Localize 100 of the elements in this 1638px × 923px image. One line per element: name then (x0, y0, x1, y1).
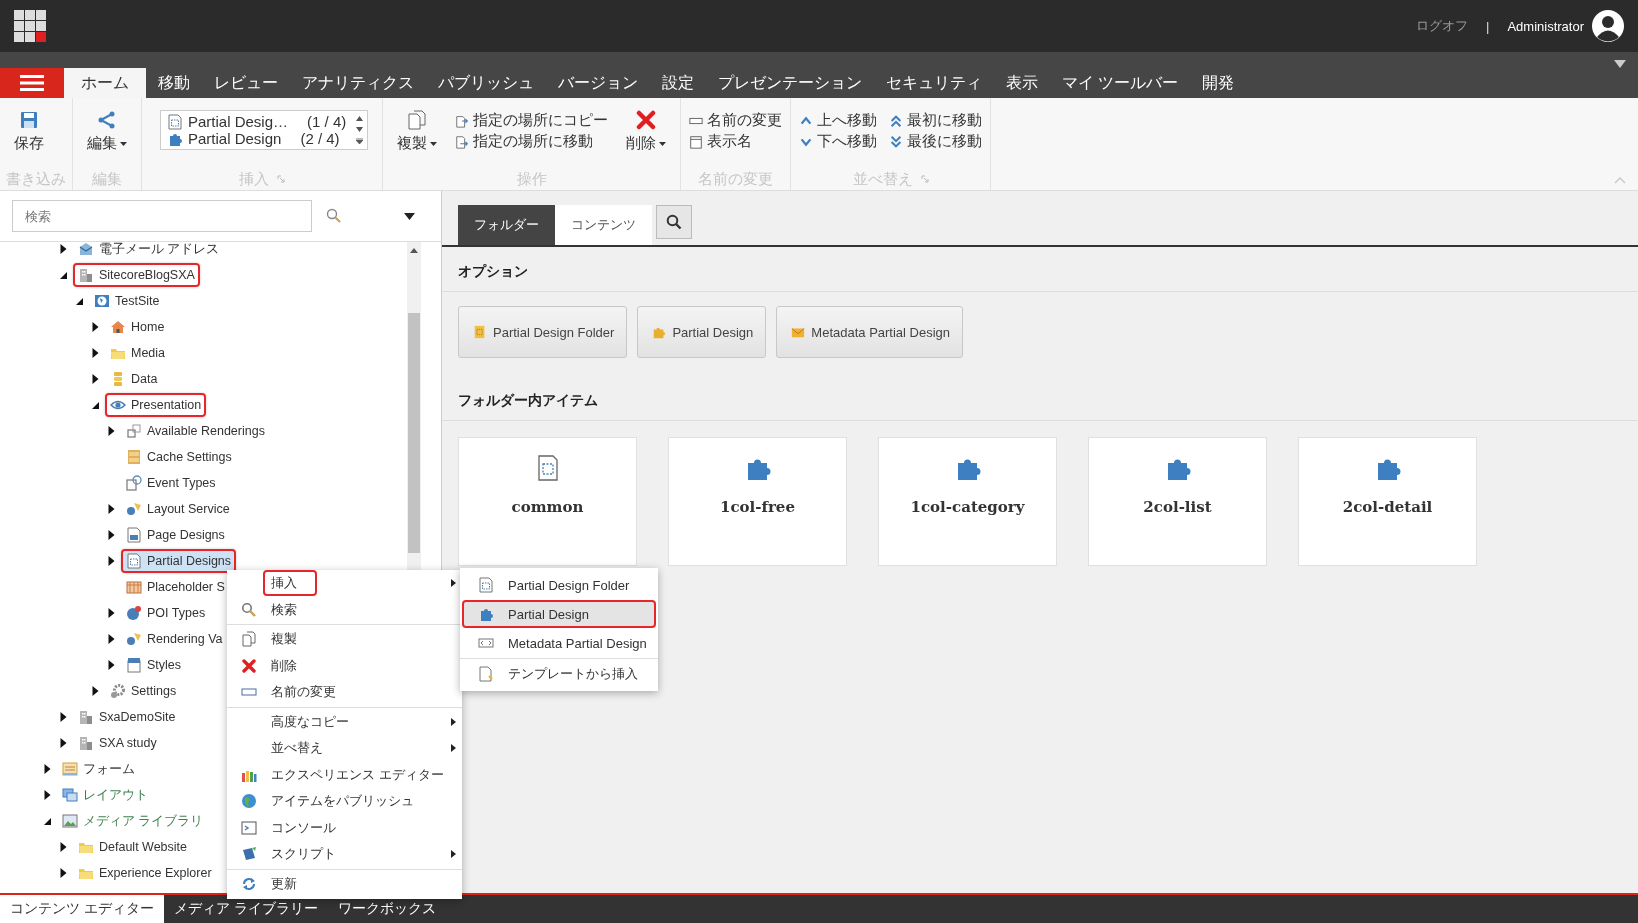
dropdown-icon[interactable] (404, 212, 415, 220)
collapse-arrow-icon[interactable] (60, 271, 67, 279)
tree-item[interactable]: Partial Designs (121, 549, 237, 573)
collapse-arrow-icon[interactable] (92, 401, 99, 409)
tree-item[interactable]: Page Designs (121, 523, 230, 547)
app-grid-icon[interactable] (14, 10, 46, 42)
menu-item[interactable]: 検索 (263, 596, 317, 623)
ribbon-tab[interactable]: レビュー (202, 68, 290, 98)
search-button[interactable] (656, 205, 692, 239)
menu-item[interactable]: 名前の変更 (263, 679, 356, 706)
tree-item[interactable]: SitecoreBlogSXA (73, 263, 200, 287)
tree-item[interactable]: Styles (121, 653, 187, 677)
tree-item[interactable]: Settings (105, 679, 182, 703)
tree-item[interactable]: フォーム (57, 756, 140, 782)
tree-item[interactable]: Data (105, 367, 163, 391)
tree-item[interactable]: Available Renderings (121, 419, 270, 443)
tree-item[interactable]: SxaDemoSite (73, 705, 181, 729)
option-button[interactable]: Partial Design Folder (458, 306, 628, 358)
ribbon-tab[interactable]: マイ ツールバー (1050, 68, 1191, 98)
ribbon-tab[interactable]: 設定 (650, 68, 706, 98)
ribbon-tab[interactable]: 表示 (994, 68, 1050, 98)
tree-item[interactable]: POI Types (121, 601, 211, 625)
item-card[interactable]: 2col-detail (1298, 437, 1477, 566)
menu-item[interactable]: エクスペリエンス エディター (263, 761, 464, 788)
expand-arrow-icon[interactable] (108, 504, 115, 514)
menu-item[interactable]: スクリプト (263, 841, 356, 868)
ribbon-button[interactable]: 上へ移動 (797, 110, 880, 131)
menu-item[interactable]: 複製 (263, 626, 317, 653)
menu-item[interactable]: アイテムをパブリッシュ (263, 788, 434, 815)
tree-item[interactable]: Layout Service (121, 497, 235, 521)
search-field[interactable]: 検索 (12, 200, 312, 232)
expand-arrow-icon[interactable] (60, 842, 67, 852)
tree-item[interactable]: Cache Settings (121, 445, 237, 469)
expand-arrow-icon[interactable] (108, 556, 115, 566)
editor-tab[interactable]: ワークボックス (327, 895, 446, 923)
item-card[interactable]: common (458, 437, 637, 566)
menu-item[interactable]: 削除 (263, 652, 317, 679)
expand-arrow-icon[interactable] (108, 660, 115, 670)
menu-item[interactable]: テンプレートから挿入 (462, 660, 656, 688)
tree-item[interactable]: メディア ライブラリ (57, 808, 209, 834)
expand-arrow-icon[interactable] (92, 348, 99, 358)
tree-item[interactable]: Placeholder S (121, 575, 230, 599)
tree-item[interactable]: Event Types (121, 471, 221, 495)
ribbon-button[interactable]: 保存 (6, 106, 52, 157)
ribbon-tab[interactable]: 開発 (1190, 68, 1247, 98)
menu-button[interactable] (0, 68, 64, 98)
expand-arrow-icon[interactable] (92, 686, 99, 696)
tree-item[interactable]: SXA study (73, 731, 162, 755)
editor-tab[interactable]: メディア ライブラリー (163, 895, 328, 923)
menu-item[interactable]: Partial Design (462, 600, 656, 628)
expand-arrow-icon[interactable] (60, 712, 67, 722)
ribbon-button[interactable]: 下へ移動 (797, 131, 880, 152)
menu-item[interactable]: コンソール (263, 814, 356, 841)
expand-arrow-icon[interactable] (92, 374, 99, 384)
ribbon-button[interactable]: 指定の場所に移動 (453, 131, 611, 152)
ribbon-button[interactable]: 指定の場所にコピー (453, 110, 611, 131)
expand-arrow-icon[interactable] (60, 868, 67, 878)
expand-arrow-icon[interactable] (108, 634, 115, 644)
ribbon-button[interactable]: 最後に移動 (887, 131, 985, 152)
tree-item[interactable]: Experience Explorer (73, 861, 217, 885)
expand-arrow-icon[interactable] (44, 764, 51, 774)
tree-item[interactable]: Home (105, 315, 170, 339)
tree-item[interactable]: レイアウト (57, 782, 153, 808)
tree-item[interactable]: Media (105, 341, 171, 365)
scroll-down-icon[interactable] (356, 127, 364, 132)
expand-arrow-icon[interactable] (92, 322, 99, 332)
collapse-arrow-icon[interactable] (44, 817, 51, 825)
ribbon-button[interactable]: 複製 (389, 106, 446, 157)
expand-icon[interactable] (356, 138, 364, 144)
ribbon-tab[interactable]: アナリティクス (290, 68, 426, 98)
item-card[interactable]: 1col-category (878, 437, 1057, 566)
menu-item[interactable]: 高度なコピー (263, 708, 369, 735)
ribbon-tab[interactable]: 移動 (146, 68, 202, 98)
menu-item[interactable]: Partial Design Folder (462, 571, 656, 599)
scroll-up-icon[interactable] (410, 248, 418, 253)
ribbon-tab[interactable]: バージョン (546, 68, 650, 98)
editor-tab[interactable]: コンテンツ エディター (0, 895, 164, 923)
option-button[interactable]: Metadata Partial Design (776, 306, 964, 358)
scrollbar-thumb[interactable] (408, 313, 420, 553)
user-avatar-icon[interactable] (1592, 10, 1624, 42)
ribbon-tab[interactable]: プレゼンテーション (706, 68, 874, 98)
expand-arrow-icon[interactable] (108, 426, 115, 436)
tree-item[interactable]: Default Website (73, 835, 192, 859)
ribbon-button[interactable]: 削除 (618, 106, 675, 157)
tree-item[interactable]: TestSite (89, 289, 165, 313)
expand-arrow-icon[interactable] (44, 790, 51, 800)
ribbon-button[interactable]: 名前の変更 (687, 110, 785, 131)
expand-arrow-icon[interactable] (60, 244, 67, 254)
scroll-up-icon[interactable] (356, 116, 364, 121)
ribbon-tab[interactable]: セキュリティ (874, 68, 994, 98)
item-card[interactable]: 1col-free (668, 437, 847, 566)
ribbon-tab[interactable]: ホーム (64, 68, 146, 98)
expand-arrow-icon[interactable] (108, 530, 115, 540)
option-button[interactable]: Partial Design (637, 306, 767, 358)
ribbon-tab[interactable]: パブリッシュ (426, 68, 546, 98)
expand-arrow-icon[interactable] (60, 738, 67, 748)
caret-icon[interactable] (1614, 60, 1626, 68)
search-icon[interactable] (326, 208, 342, 224)
gallery-item[interactable]: Partial Design (2 / 4) (165, 130, 349, 147)
ribbon-button[interactable]: 最初に移動 (887, 110, 985, 131)
